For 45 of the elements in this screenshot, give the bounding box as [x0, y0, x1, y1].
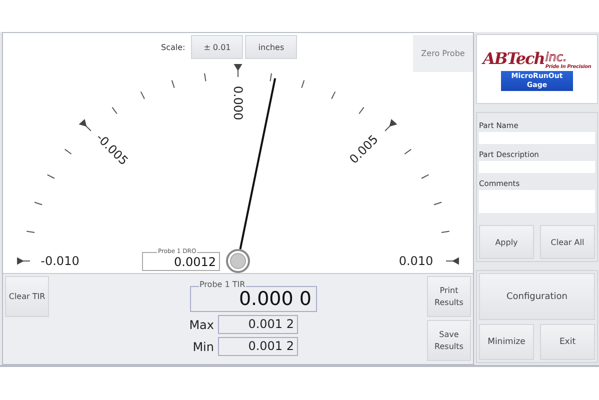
reading-label: Max: [188, 318, 214, 332]
results-button[interactable]: Save Results: [427, 320, 471, 361]
reading-value: 0.001 2: [218, 337, 298, 356]
window-button[interactable]: Exit: [540, 324, 595, 360]
window-button[interactable]: Minimize: [479, 324, 534, 360]
dro-value: 0.0012: [174, 256, 216, 270]
scale-button[interactable]: inches: [245, 35, 298, 59]
major-tick-icon: [78, 119, 92, 132]
tir-value: 0.000 0: [238, 288, 312, 310]
tick-mark: [440, 230, 450, 234]
tick-mark: [270, 72, 272, 82]
scale-label: 0.000: [231, 86, 245, 120]
major-tick-icon: [446, 257, 459, 265]
tick-mark: [34, 202, 43, 206]
form-button[interactable]: Apply: [479, 225, 534, 259]
tick-mark: [331, 91, 336, 100]
tick-mark: [204, 72, 206, 82]
major-tick-icon: [17, 257, 30, 265]
tick-mark: [358, 106, 364, 114]
tick-mark: [140, 91, 145, 100]
scale-label: Scale:: [161, 42, 186, 52]
tir-label: Probe 1 TIR: [198, 281, 246, 288]
zero-probe-button[interactable]: Zero Probe: [413, 35, 473, 72]
tick-mark: [171, 80, 175, 88]
tick-mark: [26, 230, 36, 234]
reading-value: 0.001 2: [218, 315, 298, 334]
reading-label: Min: [192, 340, 214, 354]
major-tick-icon: [234, 64, 242, 78]
results-button[interactable]: Print Results: [427, 276, 471, 317]
tick-mark: [301, 80, 305, 88]
form-button[interactable]: Clear All: [540, 225, 595, 259]
clear-tir-button[interactable]: Clear TIR: [5, 276, 49, 317]
scale-label: 0.010: [398, 254, 434, 268]
tick-mark: [46, 174, 55, 179]
logo-suffix: inc.: [545, 51, 568, 64]
scale-button[interactable]: ± 0.01: [191, 35, 244, 59]
configuration-button[interactable]: Configuration: [479, 273, 595, 320]
major-tick-icon: [384, 119, 398, 132]
tick-mark: [433, 202, 442, 206]
tick-mark: [421, 174, 430, 179]
tick-mark: [112, 106, 118, 114]
tick-mark: [404, 148, 412, 155]
tick-mark: [64, 148, 72, 155]
scale-label: -0.010: [40, 254, 80, 268]
logo-brand: ABTech: [482, 48, 544, 70]
